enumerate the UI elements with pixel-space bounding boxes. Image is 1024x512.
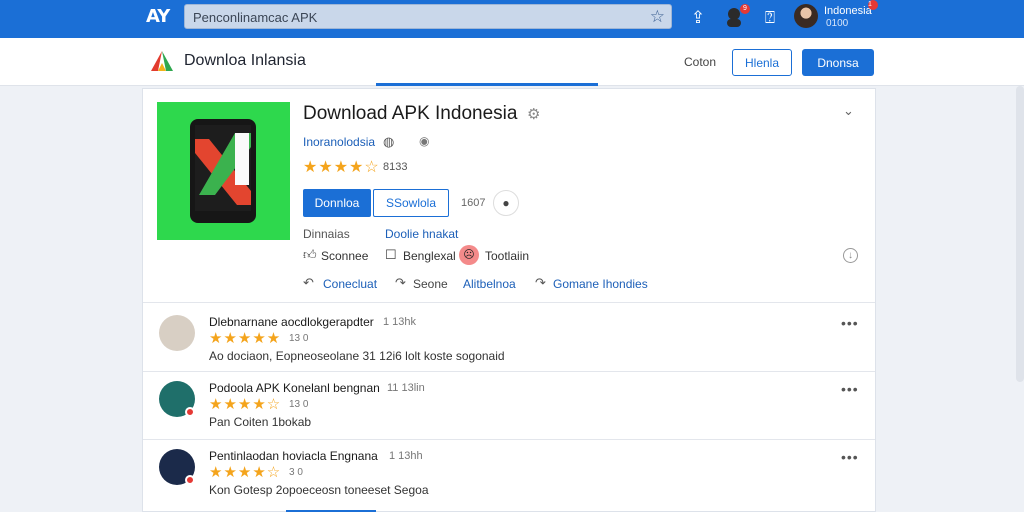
review-item: Pentinlaodan hoviacla Engnana 1 13hh ★★★…	[143, 441, 875, 509]
app-icon	[157, 102, 290, 240]
reviewer-badge	[185, 475, 195, 485]
action-link-2[interactable]: Seone	[413, 277, 448, 291]
scrollbar[interactable]	[1016, 86, 1024, 382]
review-count: 13 0	[289, 333, 309, 344]
user-avatar[interactable]	[794, 4, 818, 28]
location-icon[interactable]: ◉	[419, 134, 429, 148]
user-subtitle: 0100	[826, 18, 849, 29]
nav-bar: Downloa Inlansia Coton Hlenla Dnonsa	[0, 38, 1024, 86]
review-time: 1 13hh	[389, 450, 423, 462]
review-time: 11 13lin	[387, 382, 425, 394]
comment-icon[interactable]: ↶	[303, 275, 314, 291]
review-count: 13 0	[289, 399, 309, 410]
action-link-3[interactable]: Alitbelnoa	[463, 277, 516, 291]
app-card: Download APK Indonesia ⚙ ⌄ Inoranolodsia…	[142, 88, 876, 512]
face-icon: ☹	[459, 245, 479, 265]
action-link-4[interactable]: Gomane Ihondies	[553, 277, 648, 291]
thumbs-up-icon[interactable]: 👍︎	[303, 247, 317, 263]
share-icon[interactable]: ⇪	[686, 6, 710, 30]
nav-primary-button[interactable]: Dnonsa	[802, 49, 874, 76]
review-stars: ★★★★★	[209, 330, 282, 347]
row-item-1[interactable]: Sconnee	[321, 249, 368, 263]
app-title: Download APK Indonesia	[303, 103, 518, 124]
meta-label: Dinnaias	[303, 227, 350, 241]
brand-logo-icon[interactable]	[150, 50, 174, 72]
nav-outline-button[interactable]: Hlenla	[732, 49, 792, 76]
nav-link[interactable]: Coton	[684, 55, 716, 69]
brand-name[interactable]: Downloa Inlansia	[184, 52, 306, 70]
review-item: Podoola APK Konelanl bengnan 11 13lin ★★…	[143, 373, 875, 441]
notification-badge: 9	[740, 4, 750, 14]
site-logo[interactable]: AY	[146, 6, 170, 27]
rating-count: 8133	[383, 161, 408, 173]
review-text: Kon Gotesp 2opoeceosn toneeset Segoa	[209, 483, 429, 497]
globe-icon[interactable]: ◍	[383, 134, 394, 150]
user-badge: 1	[868, 0, 878, 10]
more-icon[interactable]: •••	[841, 381, 859, 397]
review-count: 3 0	[289, 467, 303, 478]
divider	[143, 302, 875, 303]
secondary-button[interactable]: SSowlola	[373, 189, 449, 217]
download-button[interactable]: Donnloa	[303, 189, 371, 217]
more-icon[interactable]: •••	[841, 315, 859, 331]
search-box[interactable]: ☆	[184, 4, 672, 29]
divider	[143, 371, 875, 372]
nav-active-indicator	[376, 83, 598, 86]
x-logo-icon	[195, 133, 251, 205]
search-input[interactable]	[193, 8, 633, 26]
review-text: Ao dociaon, Eopneoseolane 31 12i6 lolt k…	[209, 349, 505, 363]
review-title[interactable]: Pentinlaodan hoviacla Engnana	[209, 449, 378, 463]
more-options-icon[interactable]: ●	[493, 190, 519, 216]
review-stars: ★★★★☆	[209, 464, 282, 481]
meta-link[interactable]: Doolie hnakat	[385, 227, 458, 241]
phone-icon	[190, 119, 256, 223]
settings-gear-icon[interactable]: ⚙	[527, 105, 540, 123]
developer-link[interactable]: Inoranolodsia	[303, 135, 375, 149]
help-icon[interactable]: ⍰	[758, 6, 782, 30]
row-item-2[interactable]: Benglexal	[403, 249, 456, 263]
link-icon[interactable]: ↷	[535, 275, 546, 291]
review-stars: ★★★★☆	[209, 396, 282, 413]
review-item: Dlebnarnane aocdlokgerapdter 1 13hk ★★★★…	[143, 307, 875, 375]
review-time: 1 13hk	[383, 316, 417, 328]
rating-stars: ★★★★☆	[303, 159, 380, 176]
review-text: Pan Coiten 1bokab	[209, 415, 312, 429]
share-arrow-icon[interactable]: ↷	[395, 275, 406, 291]
row-item-3[interactable]: Tootlaiin	[485, 249, 529, 263]
checkbox-icon[interactable]: ☐	[385, 247, 397, 263]
review-title[interactable]: Podoola APK Konelanl bengnan	[209, 381, 380, 395]
user-name[interactable]: Indonesia	[824, 4, 872, 18]
action-link-1[interactable]: Conecluat	[323, 277, 377, 291]
size-label: 1607	[461, 197, 486, 209]
reviewer-avatar[interactable]	[159, 315, 195, 351]
more-icon[interactable]: •••	[841, 449, 859, 465]
review-title[interactable]: Dlebnarnane aocdlokgerapdter	[209, 315, 374, 329]
divider	[143, 439, 875, 440]
top-bar: AY ☆ ⇪ 9 ⍰ Indonesia 1 0100	[0, 0, 1024, 38]
notifications-icon[interactable]: 9	[722, 4, 750, 30]
bookmark-star-icon[interactable]: ☆	[650, 7, 665, 27]
chevron-down-icon[interactable]: ⌄	[843, 103, 854, 119]
info-icon[interactable]: ↓	[843, 248, 858, 263]
reviewer-badge	[185, 407, 195, 417]
